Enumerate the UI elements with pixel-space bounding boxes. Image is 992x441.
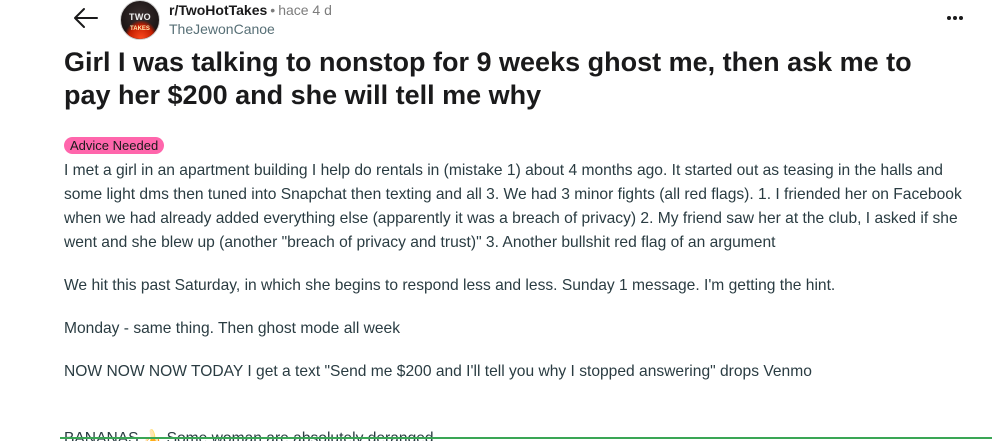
divider [60,437,992,439]
avatar-text-bottom: TAKES [130,26,150,32]
post-body: I met a girl in an apartment building I … [64,159,969,403]
post-paragraph: Monday - same thing. Then ghost mode all… [64,320,401,337]
post-meta: r/TwoHotTakes • hace 4 d TheJewonCanoe [169,1,332,38]
reddit-post-page: TWO TAKES r/TwoHotTakes • hace 4 d TheJewo… [0,0,992,441]
ellipsis-horizontal-icon [947,16,963,20]
back-button[interactable] [66,2,106,34]
post-paragraph: I met a girl in an apartment building I … [64,162,962,251]
post-title: Girl I was talking to nonstop for 9 week… [64,47,912,110]
post-paragraph: NOW NOW NOW TODAY I get a text "Send me … [64,363,812,380]
post-flair[interactable]: Advice Needed [64,137,165,154]
subreddit-link[interactable]: r/TwoHotTakes [169,2,267,18]
subreddit-avatar[interactable]: TWO TAKES [120,0,160,40]
post-time: hace 4 d [278,2,332,18]
avatar-text-top: TWO [129,12,151,22]
post-paragraph: We hit this past Saturday, in which she … [64,277,836,294]
author-link[interactable]: TheJewonCanoe [169,20,332,38]
meta-separator: • [270,2,276,18]
arrow-left-icon [74,8,98,28]
more-options-button[interactable] [940,6,970,30]
